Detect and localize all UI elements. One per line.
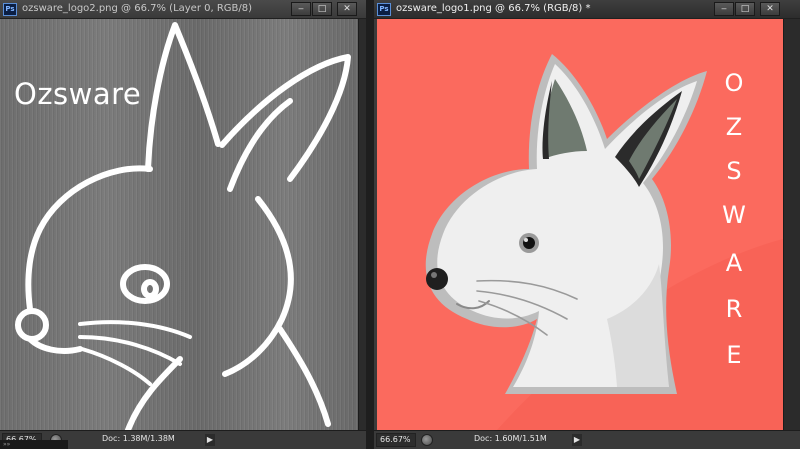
status-icon[interactable] bbox=[421, 434, 433, 446]
doc-size-info[interactable]: Doc: 1.60M/1.51M bbox=[474, 434, 547, 443]
brand-letter: Z bbox=[726, 113, 742, 141]
vertical-scrollbar[interactable] bbox=[358, 19, 366, 430]
statusbar-right: 66.67% Doc: 1.60M/1.51M ▶ bbox=[374, 430, 800, 449]
window-title: ozsware_logo1.png @ 66.7% (RGB/8) * bbox=[396, 3, 591, 14]
neck-front-outline bbox=[125, 356, 183, 430]
window-title: ozsware_logo2.png @ 66.7% (Layer 0, RGB/… bbox=[22, 3, 253, 14]
nose bbox=[426, 268, 448, 290]
rabbit-illustration: O Z S W A R E bbox=[425, 54, 783, 430]
whisker bbox=[78, 320, 192, 339]
maximize-icon[interactable]: □ bbox=[735, 2, 755, 16]
close-icon[interactable]: ✕ bbox=[760, 2, 780, 16]
rabbit-body bbox=[425, 54, 707, 394]
cheek-outline bbox=[222, 196, 294, 377]
canvas-left[interactable]: Ozsware bbox=[0, 19, 358, 430]
brand-letter: W bbox=[722, 201, 746, 229]
vertical-scrollbar[interactable] bbox=[783, 19, 800, 430]
arrow-right-icon[interactable]: ▶ bbox=[572, 434, 582, 446]
minimize-icon[interactable]: ‒ bbox=[714, 2, 734, 16]
whisker bbox=[78, 335, 182, 366]
brand-letter: R bbox=[726, 295, 743, 323]
window-divider bbox=[366, 0, 374, 449]
minimize-icon[interactable]: ‒ bbox=[291, 2, 311, 16]
head-top-outline bbox=[25, 165, 153, 312]
brand-letter: O bbox=[725, 69, 744, 97]
left-ear-outline bbox=[145, 22, 221, 172]
titlebar-right[interactable]: Ps ozsware_logo1.png @ 66.7% (RGB/8) * ‒… bbox=[374, 0, 800, 19]
brand-letter: A bbox=[726, 249, 743, 277]
whisker bbox=[80, 347, 152, 386]
maximize-icon[interactable]: □ bbox=[312, 2, 332, 16]
pupil-outline bbox=[141, 279, 159, 299]
arrow-right-icon[interactable]: ▶ bbox=[205, 434, 215, 446]
titlebar-left[interactable]: Ps ozsware_logo2.png @ 66.7% (Layer 0, R… bbox=[0, 0, 366, 19]
zoom-field[interactable]: 66.67% bbox=[376, 433, 416, 447]
photoshop-icon: Ps bbox=[3, 3, 17, 16]
photoshop-icon: Ps bbox=[377, 3, 391, 16]
document-window-right: Ps ozsware_logo1.png @ 66.7% (RGB/8) * ‒… bbox=[374, 0, 800, 449]
document-window-left: Ps ozsware_logo2.png @ 66.7% (Layer 0, R… bbox=[0, 0, 366, 449]
panel-collapse-tab[interactable]: »» bbox=[0, 440, 68, 449]
close-icon[interactable]: ✕ bbox=[337, 2, 357, 16]
canvas-right[interactable]: O Z S W A R E bbox=[377, 19, 783, 430]
ear-inner-line bbox=[227, 98, 293, 192]
doc-size-info[interactable]: Doc: 1.38M/1.38M bbox=[102, 434, 175, 443]
neck-back-outline bbox=[277, 326, 331, 427]
brand-letter: E bbox=[726, 341, 741, 369]
brand-text: Ozsware bbox=[14, 77, 142, 111]
brand-letter: S bbox=[726, 157, 741, 185]
nose-outline bbox=[15, 308, 49, 342]
